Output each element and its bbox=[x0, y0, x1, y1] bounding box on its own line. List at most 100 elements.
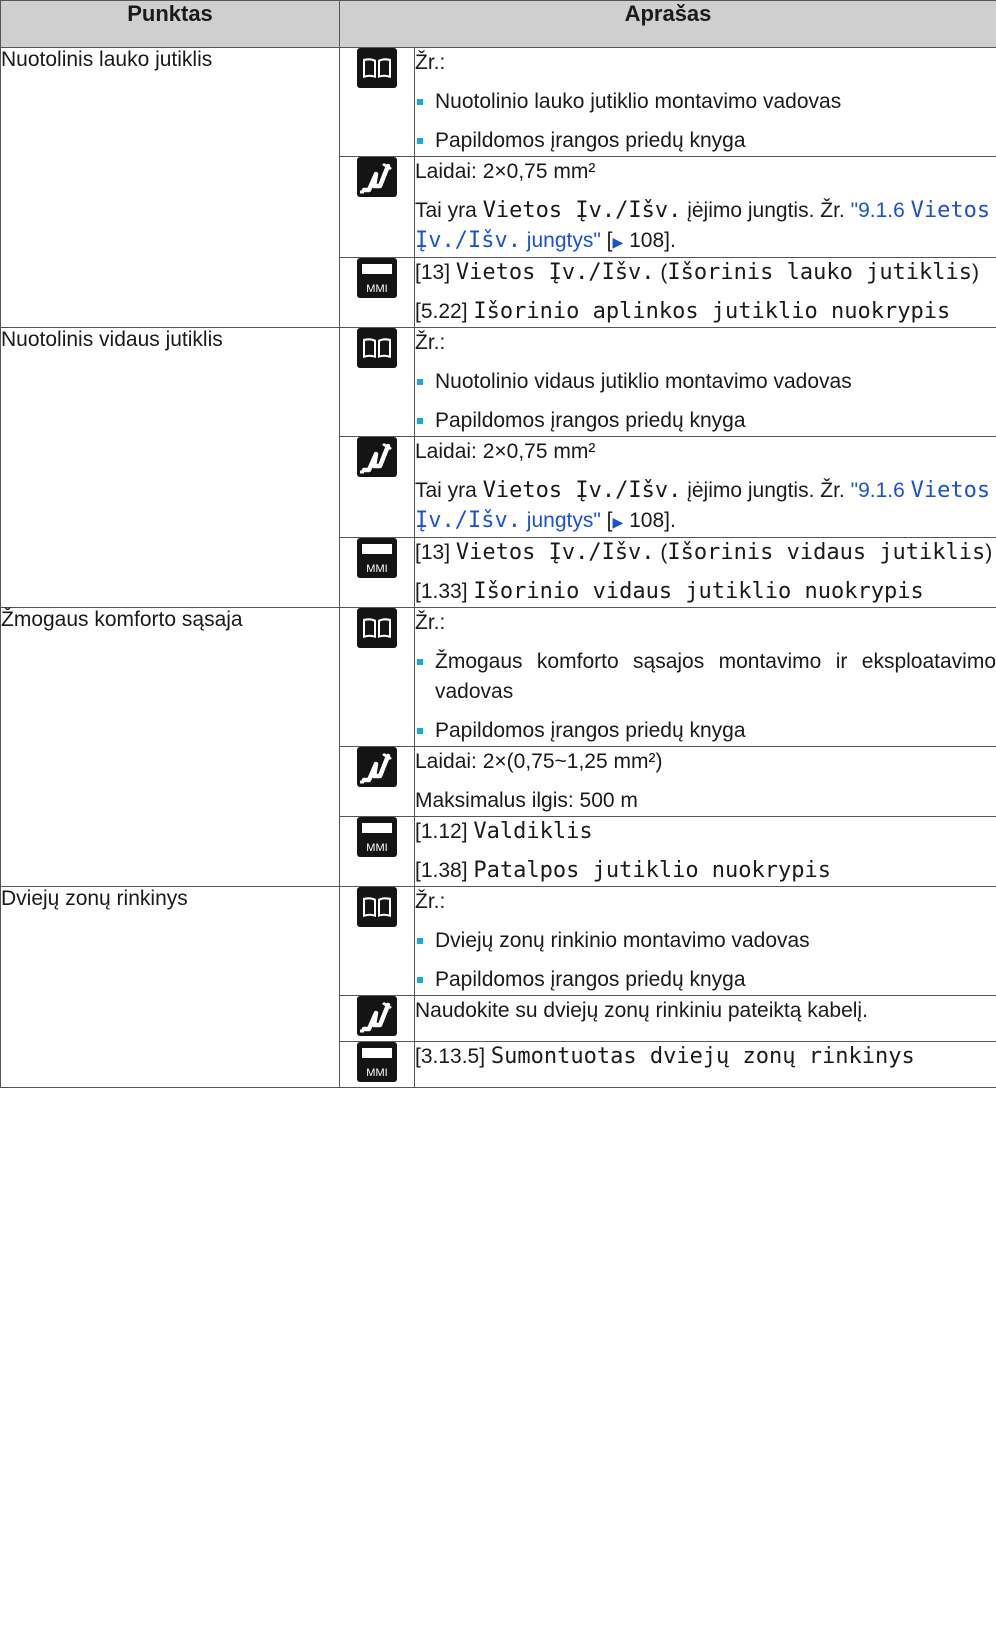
list-item: Nuotolinio vidaus jutiklio montavimo vad… bbox=[415, 367, 996, 397]
icon-cell bbox=[339, 746, 415, 817]
mmi-label: MMI bbox=[366, 1067, 388, 1079]
see-label: Žr.: bbox=[415, 331, 446, 354]
item-name: Nuotolinis lauko jutiklis bbox=[0, 47, 340, 328]
icon-cell bbox=[339, 327, 415, 437]
mmi-screen-bar bbox=[362, 823, 392, 833]
wiring-line: Maksimalus ilgis: 500 m bbox=[415, 789, 638, 812]
setting-number: [1.12] bbox=[415, 820, 474, 843]
note-text: įėjimo jungtis. Žr. bbox=[681, 199, 851, 222]
setting-name: Valdiklis bbox=[473, 819, 593, 844]
icon-cell bbox=[339, 436, 415, 538]
list-item: Papildomos įrangos priedų knyga bbox=[415, 126, 996, 156]
setting-line: [1.33] Išorinio vidaus jutiklio nuokrypi… bbox=[415, 577, 996, 607]
table-body: Nuotolinis lauko jutiklis Žr.: Nuotolinio … bbox=[0, 47, 996, 1088]
setting-number: [13] bbox=[415, 261, 456, 284]
setting-number: [3.13.5] bbox=[415, 1045, 491, 1068]
manual-description: Žr.: Nuotolinio vidaus jutiklio montavimo… bbox=[414, 327, 996, 437]
paren: ( bbox=[654, 541, 668, 564]
page-ref: 108]. bbox=[623, 509, 676, 532]
icon-cell bbox=[339, 607, 415, 747]
settings-description: [1.12] Valdiklis [1.38] Patalpos jutiklio… bbox=[414, 816, 996, 887]
header-description: Aprašas bbox=[339, 0, 996, 48]
wiring-line: Laidai: 2×0,75 mm² bbox=[415, 440, 596, 463]
manual-reference: Žmogaus komforto sąsajos montavimo ir ek… bbox=[435, 650, 996, 703]
mmi-icon: MMI bbox=[357, 538, 397, 578]
table-row: Dviejų zonų rinkinys Žr.: Dviejų zonų rink… bbox=[0, 886, 996, 1088]
setting-name: Išorinio vidaus jutiklio nuokrypis bbox=[473, 579, 924, 604]
wiring-description: Naudokite su dviejų zonų rinkiniu pateik… bbox=[414, 995, 996, 1042]
setting-name: Sumontuotas dviejų zonų rinkinys bbox=[490, 1044, 915, 1069]
mmi-icon: MMI bbox=[357, 817, 397, 857]
icon-cell bbox=[339, 47, 415, 157]
list-item: Papildomos įrangos priedų knyga bbox=[415, 716, 996, 746]
manual-description: Žr.: Nuotolinio lauko jutiklio montavimo … bbox=[414, 47, 996, 157]
list-item: Nuotolinio lauko jutiklio montavimo vado… bbox=[415, 87, 996, 117]
wiring-line: Laidai: 2×(0,75~1,25 mm²) bbox=[415, 750, 663, 773]
wiring-line: Naudokite su dviejų zonų rinkiniu pateik… bbox=[415, 999, 868, 1022]
icon-cell bbox=[339, 156, 415, 258]
book-icon bbox=[357, 328, 397, 368]
list-item: Dviejų zonų rinkinio montavimo vadovas bbox=[415, 926, 996, 956]
setting-value: Išorinis vidaus jutiklis bbox=[667, 540, 986, 565]
setting-line: [5.22] Išorinio aplinkos jutiklio nuokry… bbox=[415, 297, 996, 327]
item-name-text: Dviejų zonų rinkinys bbox=[1, 887, 188, 910]
setting-code: Vietos Įv./Išv. bbox=[482, 478, 682, 503]
manual-list: Dviejų zonų rinkinio montavimo vadovas Pa… bbox=[415, 926, 996, 995]
manual-description: Žr.: Dviejų zonų rinkinio montavimo vadov… bbox=[414, 886, 996, 996]
icon-cell bbox=[339, 995, 415, 1042]
link-number: "9.1.6 bbox=[850, 479, 911, 502]
item-name: Nuotolinis vidaus jutiklis bbox=[0, 327, 340, 608]
setting-name: Patalpos jutiklio nuokrypis bbox=[473, 858, 832, 883]
wiring-description: Laidai: 2×0,75 mm² Tai yra Vietos Įv./Išv… bbox=[414, 436, 996, 538]
mmi-label: MMI bbox=[366, 842, 388, 854]
wiring-description: Laidai: 2×(0,75~1,25 mm²) Maksimalus ilgi… bbox=[414, 746, 996, 817]
setting-number: [1.38] bbox=[415, 859, 474, 882]
mmi-screen-bar bbox=[362, 1048, 392, 1058]
setting-name: Išorinio aplinkos jutiklio nuokrypis bbox=[473, 299, 951, 324]
cable-icon bbox=[357, 437, 397, 477]
connector-note: Tai yra Vietos Įv./Išv. įėjimo jungtis. … bbox=[415, 196, 996, 257]
paren: ) bbox=[985, 541, 993, 564]
icon-cell: MMI bbox=[339, 537, 415, 608]
page-ref: 108]. bbox=[623, 229, 676, 252]
icon-cell bbox=[339, 886, 415, 996]
page-ref-arrow-icon[interactable]: ▶ bbox=[612, 234, 623, 250]
see-label: Žr.: bbox=[415, 51, 446, 74]
page-ref-arrow-icon[interactable]: ▶ bbox=[612, 514, 623, 530]
setting-number: [1.33] bbox=[415, 580, 474, 603]
table-header-row: Punktas Aprašas bbox=[0, 0, 996, 48]
paren: ( bbox=[654, 261, 668, 284]
cable-icon bbox=[357, 747, 397, 787]
bullet-square bbox=[417, 379, 423, 385]
manual-list: Žmogaus komforto sąsajos montavimo ir ek… bbox=[415, 647, 996, 746]
item-name-text: Nuotolinis vidaus jutiklis bbox=[1, 328, 223, 351]
manual-reference: Papildomos įrangos priedų knyga bbox=[435, 129, 746, 152]
bullet-square bbox=[417, 659, 423, 665]
manual-list: Nuotolinio lauko jutiklio montavimo vado… bbox=[415, 87, 996, 156]
icon-cell: MMI bbox=[339, 816, 415, 887]
table-row: Žmogaus komforto sąsaja Žr.: Žmogaus komfo… bbox=[0, 607, 996, 887]
setting-line: [1.12] Valdiklis bbox=[415, 817, 996, 847]
note-text: Tai yra bbox=[415, 199, 483, 222]
setting-line: [13] Vietos Įv./Išv. (Išorinis lauko jut… bbox=[415, 258, 996, 288]
setting-line: [3.13.5] Sumontuotas dviejų zonų rinkiny… bbox=[415, 1042, 996, 1072]
manual-reference: Papildomos įrangos priedų knyga bbox=[435, 409, 746, 432]
settings-description: [13] Vietos Įv./Išv. (Išorinis lauko jut… bbox=[414, 257, 996, 328]
book-icon bbox=[357, 608, 397, 648]
accessories-table: Punktas Aprašas Nuotolinis lauko jutikli… bbox=[0, 0, 996, 1088]
icon-cell: MMI bbox=[339, 257, 415, 328]
book-icon bbox=[357, 48, 397, 88]
manual-reference: Nuotolinio vidaus jutiklio montavimo vad… bbox=[435, 370, 852, 393]
item-name-text: Žmogaus komforto sąsaja bbox=[1, 608, 243, 631]
cable-icon bbox=[357, 157, 397, 197]
list-item: Žmogaus komforto sąsajos montavimo ir ek… bbox=[415, 647, 996, 707]
connector-note: Tai yra Vietos Įv./Išv. įėjimo jungtis. … bbox=[415, 476, 996, 537]
setting-code: Vietos Įv./Išv. bbox=[482, 198, 682, 223]
list-item: Papildomos įrangos priedų knyga bbox=[415, 406, 996, 436]
bullet-square bbox=[417, 977, 423, 983]
bullet-square bbox=[417, 728, 423, 734]
setting-name: Vietos Įv./Išv. bbox=[455, 260, 655, 285]
item-name-text: Nuotolinis lauko jutiklis bbox=[1, 48, 213, 71]
table-row: Nuotolinis lauko jutiklis Žr.: Nuotolinio … bbox=[0, 47, 996, 328]
note-text: įėjimo jungtis. Žr. bbox=[681, 479, 851, 502]
